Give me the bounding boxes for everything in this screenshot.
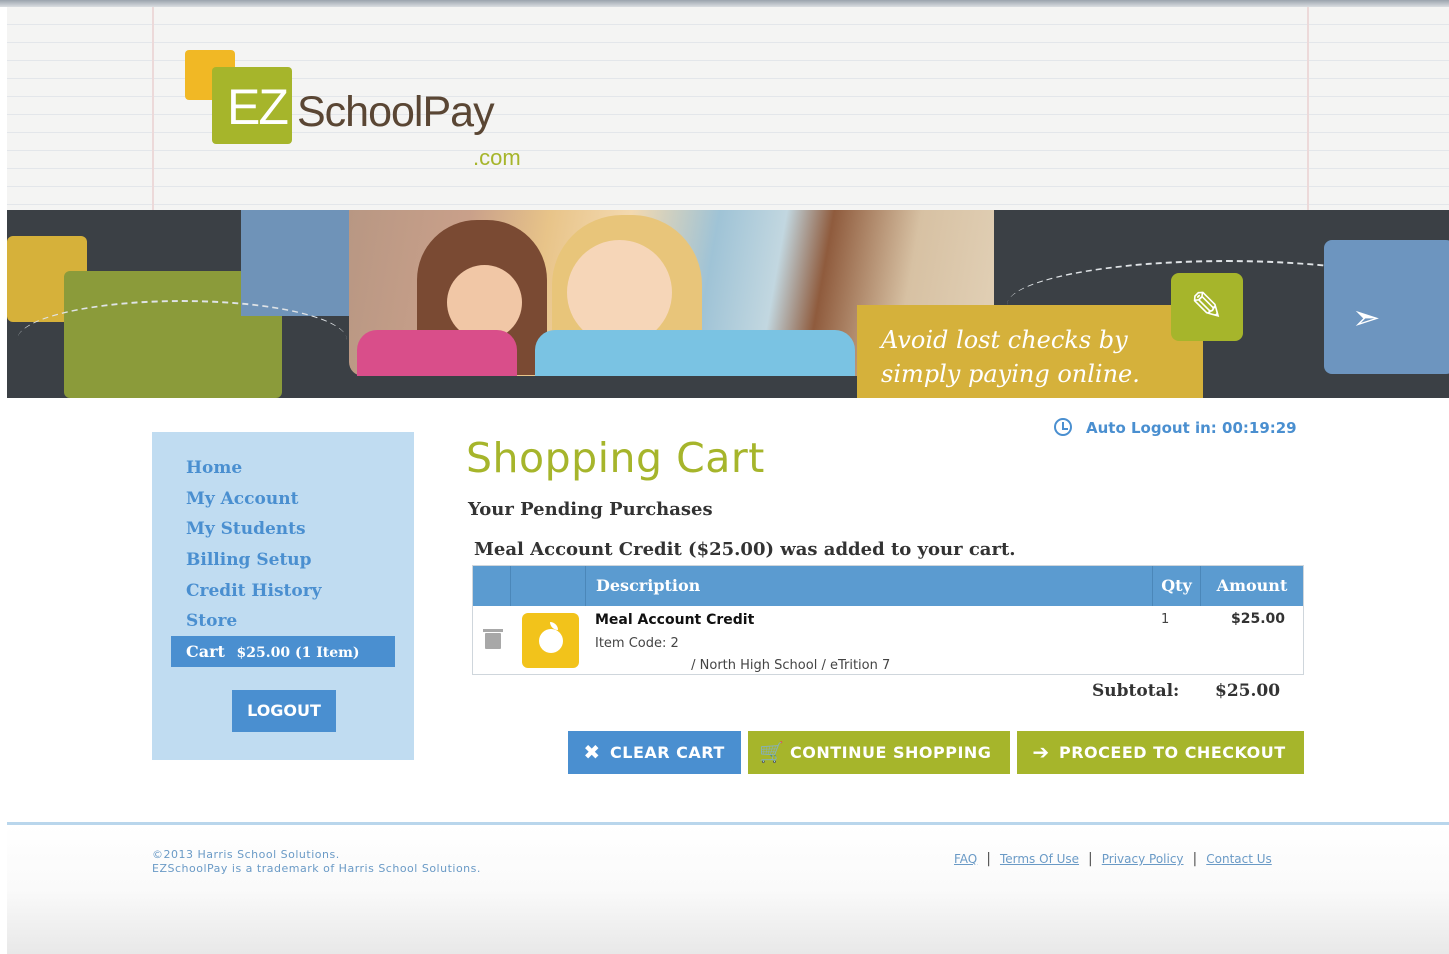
- proceed-to-checkout-label: PROCEED TO CHECKOUT: [1059, 743, 1286, 762]
- subtotal-label: Subtotal:: [1092, 681, 1180, 701]
- clear-cart-button[interactable]: ✖ CLEAR CART: [568, 731, 741, 774]
- footer-link-privacy[interactable]: Privacy Policy: [1102, 852, 1184, 866]
- paper-plane-icon: ➣: [1352, 298, 1381, 338]
- continue-shopping-button[interactable]: 🛒 CONTINUE SHOPPING: [748, 731, 1010, 774]
- item-detail-text: / North High School / eTrition 7: [691, 658, 891, 673]
- cart-label: Cart: [186, 642, 225, 661]
- proceed-to-checkout-button[interactable]: ➔ PROCEED TO CHECKOUT: [1017, 731, 1304, 774]
- auto-logout-timer: Auto Logout in: 00:19:29: [1054, 418, 1297, 437]
- cart-amount: $25.00 (1 Item): [236, 645, 360, 661]
- tagline-line1: Avoid lost checks by: [881, 326, 1128, 354]
- copyright-line2: EZSchoolPay is a trademark of Harris Sch…: [152, 862, 481, 875]
- sidebar-item-credit-history[interactable]: Credit History: [186, 579, 322, 610]
- item-qty: 1: [1161, 612, 1170, 627]
- clear-cart-label: CLEAR CART: [610, 743, 725, 762]
- notebook-margin-left: [152, 7, 154, 210]
- item-amount: $25.00: [1231, 611, 1286, 627]
- photo-child-face: [447, 265, 522, 340]
- header-image-col: [511, 566, 586, 606]
- cart-table-header: Description Qty Amount: [473, 566, 1303, 606]
- site-footer: [7, 825, 1449, 954]
- sidebar-item-home[interactable]: Home: [186, 456, 322, 487]
- sidebar-item-cart[interactable]: Cart $25.00 (1 Item): [171, 636, 395, 667]
- table-row: Meal Account Credit Item Code: 2 / North…: [473, 606, 1303, 674]
- tagline-line2: simply paying online.: [881, 360, 1140, 388]
- continue-shopping-label: CONTINUE SHOPPING: [790, 743, 992, 762]
- added-to-cart-message: Meal Account Credit ($25.00) was added t…: [474, 539, 1016, 560]
- header-description: Description: [586, 566, 1153, 606]
- close-icon: ✖: [583, 740, 601, 764]
- photo-pink-shirt: [357, 330, 517, 376]
- footer-separator: |: [1088, 851, 1093, 867]
- banner-tagline: Avoid lost checks by simply paying onlin…: [857, 305, 1203, 398]
- item-detail: / North High School / eTrition 7: [595, 651, 890, 673]
- footer-link-faq[interactable]: FAQ: [954, 852, 977, 866]
- logo-tld-text: .com: [473, 145, 521, 170]
- pencil-icon: ✎: [1171, 273, 1243, 341]
- logout-button[interactable]: LOGOUT: [232, 690, 336, 732]
- banner-dashed-path: [17, 300, 347, 380]
- header-amount: Amount: [1216, 576, 1288, 595]
- cart-table: Description Qty Amount Meal Account Cred…: [472, 565, 1304, 675]
- footer-links: FAQ | Terms Of Use | Privacy Policy | Contact …: [954, 851, 1272, 867]
- sidebar-nav: Home My Account My Students Billing Setu…: [152, 432, 414, 760]
- sidebar-item-my-students[interactable]: My Students: [186, 517, 322, 548]
- subtotal-value: $25.00: [1215, 681, 1281, 701]
- ezschoolpay-logo[interactable]: EZ SchoolPay .com: [185, 50, 545, 175]
- notebook-margin-right: [1307, 7, 1309, 210]
- item-name: Meal Account Credit: [595, 612, 755, 628]
- trash-can: [485, 633, 501, 649]
- logo-name-text: SchoolPay: [297, 88, 495, 136]
- hero-banner: Avoid lost checks by simply paying onlin…: [7, 210, 1449, 398]
- page-title: Shopping Cart: [466, 434, 765, 482]
- apple-body: [539, 629, 563, 653]
- redacted-name: [595, 651, 689, 673]
- auto-logout-text: Auto Logout in: 00:19:29: [1086, 419, 1297, 437]
- top-border: [0, 0, 1449, 7]
- photo-blue-shirt: [535, 330, 855, 376]
- sidebar-item-billing-setup[interactable]: Billing Setup: [186, 548, 322, 579]
- trash-lid: [483, 629, 503, 632]
- copyright-line1: ©2013 Harris School Solutions.: [152, 848, 340, 861]
- clock-icon: [1054, 418, 1072, 436]
- banner-block-blue-right: [1324, 240, 1449, 374]
- footer-separator: |: [986, 851, 991, 867]
- shopping-cart-icon: 🛒: [759, 740, 785, 764]
- header-remove-col: [473, 566, 511, 606]
- footer-link-contact[interactable]: Contact Us: [1206, 852, 1272, 866]
- item-code: Item Code: 2: [595, 636, 679, 651]
- logo-ez-text: EZ: [227, 79, 289, 135]
- sidebar-item-my-account[interactable]: My Account: [186, 487, 322, 518]
- trash-icon[interactable]: [483, 628, 503, 650]
- arrow-right-icon: ➔: [1032, 740, 1050, 764]
- apple-icon: [522, 613, 579, 668]
- footer-copyright: ©2013 Harris School Solutions. EZSchoolP…: [152, 848, 481, 876]
- footer-link-terms[interactable]: Terms Of Use: [1000, 852, 1079, 866]
- footer-separator: |: [1192, 851, 1198, 867]
- pending-purchases-heading: Your Pending Purchases: [468, 499, 713, 520]
- header-qty: Qty: [1153, 566, 1201, 606]
